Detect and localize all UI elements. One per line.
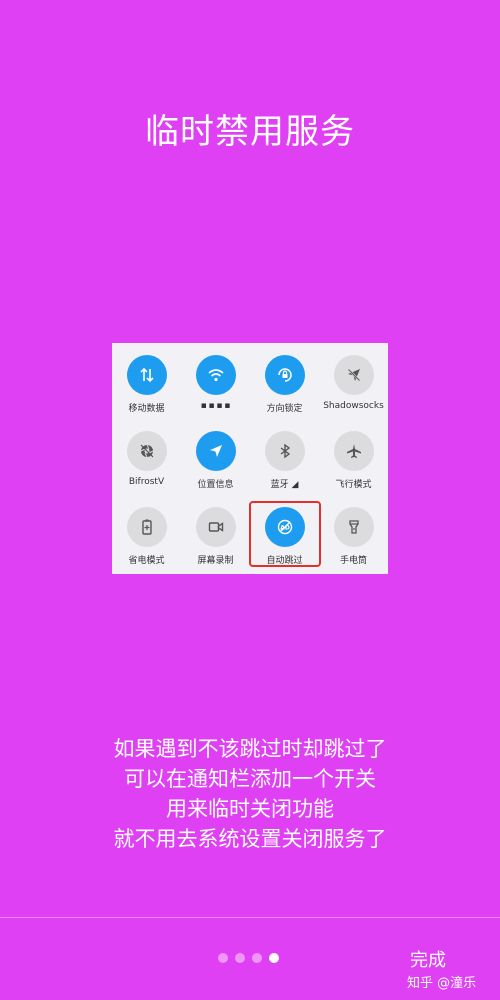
bottom-divider xyxy=(0,917,500,918)
tile-label: 省电模式 xyxy=(128,556,165,566)
tile-label: Shadowsocks xyxy=(323,401,384,411)
tile-airplane[interactable]: 飞行模式 xyxy=(319,431,388,507)
tile-label: 蓝牙 ◢ xyxy=(270,480,299,490)
tile-label: BifrostV xyxy=(128,477,165,487)
tile-mobile-data[interactable]: 移动数据 xyxy=(112,355,181,431)
flashlight-icon xyxy=(333,507,374,547)
tile-label: 位置信息 xyxy=(197,480,234,490)
description-line: 就不用去系统设置关闭服务了 xyxy=(113,827,387,851)
tile-label: 移动数据 xyxy=(128,404,165,414)
tile-battery-saver[interactable]: 省电模式 xyxy=(112,507,181,583)
bifrost-icon xyxy=(126,431,167,471)
tile-wifi[interactable]: ▪ ▪ ▪ ▪ xyxy=(181,355,250,431)
battery-saver-icon xyxy=(126,507,167,547)
tile-rotation-lock[interactable]: 方向锁定 xyxy=(250,355,319,431)
mobile-data-icon xyxy=(126,355,167,395)
description-line: 如果遇到不该跳过时却跳过了 xyxy=(113,737,387,761)
tile-screen-record[interactable]: 屏幕录制 xyxy=(181,507,250,583)
page-indicator xyxy=(218,953,279,963)
wifi-icon xyxy=(195,355,236,395)
screen-record-icon xyxy=(195,507,236,547)
page-dot[interactable] xyxy=(218,953,228,963)
rotation-lock-icon xyxy=(264,355,305,395)
done-button[interactable]: 完成 xyxy=(410,946,446,972)
tile-label: 飞行模式 xyxy=(335,480,372,490)
shadowsocks-icon xyxy=(333,355,374,395)
quick-settings-row: BifrostV 位置信息 蓝牙 ◢ 飞行模式 xyxy=(112,431,388,507)
quick-settings-row: 移动数据 ▪ ▪ ▪ ▪ 方向锁定 Shadowsocks xyxy=(112,355,388,431)
page-dot-active[interactable] xyxy=(269,953,279,963)
tile-label: 屏幕录制 xyxy=(197,556,234,566)
tile-location[interactable]: 位置信息 xyxy=(181,431,250,507)
page-dot[interactable] xyxy=(252,953,262,963)
airplane-icon xyxy=(333,431,374,471)
description-line: 可以在通知栏添加一个开关 xyxy=(124,767,376,791)
tile-bluetooth[interactable]: 蓝牙 ◢ xyxy=(250,431,319,507)
watermark: 知乎 @潼乐 xyxy=(407,976,477,991)
tile-label: 方向锁定 xyxy=(266,404,303,414)
page-dot[interactable] xyxy=(235,953,245,963)
tile-bifrostv[interactable]: BifrostV xyxy=(112,431,181,507)
bluetooth-icon xyxy=(264,431,305,471)
tile-flashlight[interactable]: 手电筒 xyxy=(319,507,388,583)
tile-label: ▪ ▪ ▪ ▪ xyxy=(200,401,231,411)
description: 如果遇到不该跳过时却跳过了 可以在通知栏添加一个开关 用来临时关闭功能 就不用去… xyxy=(0,734,500,854)
auto-skip-highlight-box xyxy=(249,501,321,567)
description-line: 用来临时关闭功能 xyxy=(166,797,334,821)
tile-shadowsocks[interactable]: Shadowsocks xyxy=(319,355,388,431)
page-title: 临时禁用服务 xyxy=(145,112,355,152)
location-icon xyxy=(195,431,236,471)
tile-label: 手电筒 xyxy=(339,556,367,566)
